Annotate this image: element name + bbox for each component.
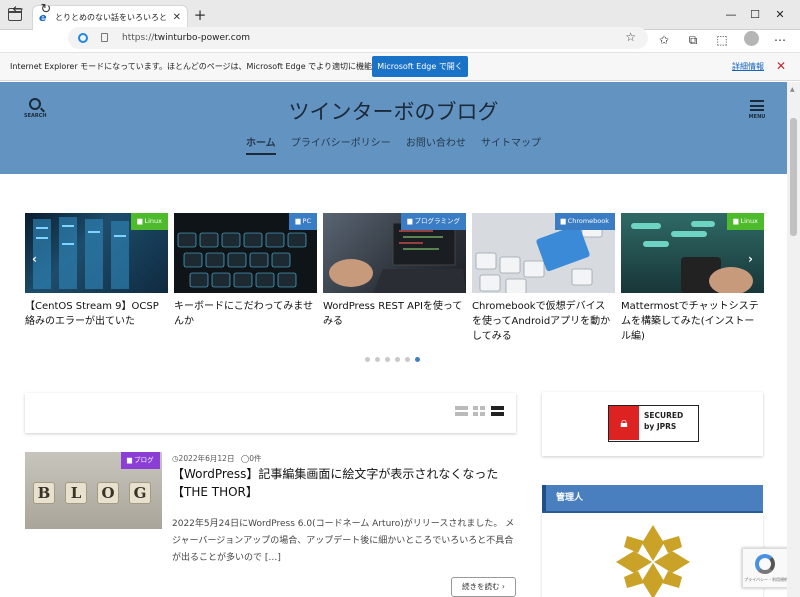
- card-thumbnail[interactable]: ▆ プログラミング: [323, 213, 466, 293]
- slider-dot[interactable]: [395, 357, 400, 362]
- nav-sitemap[interactable]: サイトマップ: [481, 134, 541, 153]
- post-excerpt: 2022年5月24日にWordPress 6.0(コードネーム Arturo)が…: [172, 519, 515, 563]
- card-thumbnail[interactable]: ▆ Chromebook: [472, 213, 615, 293]
- card-title[interactable]: Chromebookで仮想デバイスを使ってAndroidアプリを動かしてみる: [472, 299, 615, 344]
- address-bar[interactable]: https://twinturbo-power.com ☆: [68, 27, 648, 49]
- post-meta: ◷2022年6月12日 ◯0件: [172, 453, 262, 464]
- card-title[interactable]: キーボードにこだわってみませんか: [174, 299, 317, 329]
- slider-card[interactable]: ▆ Linux Mattermostでチャットシステムを構築してみた(インストー…: [621, 213, 764, 344]
- close-bar-icon[interactable]: ✕: [776, 53, 786, 80]
- slider-card[interactable]: ▆ Chromebook Chromebookで仮想デバイスを使ってAndroi…: [472, 213, 615, 344]
- scroll-up-icon[interactable]: ▲: [790, 86, 795, 93]
- slider-dot-active[interactable]: [415, 357, 420, 362]
- secured-widget: 🔒︎ SECURED by JPRS: [542, 392, 763, 456]
- card-title[interactable]: Mattermostでチャットシステムを構築してみた(インストール編): [621, 299, 764, 344]
- extensions-icon[interactable]: ⬚: [712, 31, 732, 49]
- url-text: https://twinturbo-power.com: [122, 33, 251, 43]
- category-badge[interactable]: ▆ PC: [289, 213, 317, 230]
- menu-button[interactable]: MENU: [748, 100, 766, 120]
- secured-text: SECURED by JPRS: [644, 411, 684, 431]
- recaptcha-text: プライバシー・利用規約: [744, 577, 787, 582]
- lock-icon[interactable]: [101, 33, 108, 42]
- view-switcher: [25, 393, 516, 433]
- slider-dots: [365, 347, 425, 366]
- nav-privacy[interactable]: プライバシーポリシー: [291, 134, 391, 153]
- profile-avatar[interactable]: [744, 31, 759, 46]
- collections-icon[interactable]: ⧉: [683, 31, 703, 49]
- grid-view-icon[interactable]: [473, 406, 486, 417]
- comment-count[interactable]: 0件: [249, 454, 261, 463]
- recaptcha-icon: [755, 554, 775, 574]
- slider-card[interactable]: ▆ プログラミング WordPress REST APIを使ってみる: [323, 213, 466, 329]
- title-bar: e とりとめのない話をいろいろと... | ツイ ✕ + — ☐ ✕: [0, 0, 800, 30]
- slider-dot[interactable]: [365, 357, 370, 362]
- admin-avatar: [616, 525, 690, 597]
- blog-block: B: [33, 482, 55, 504]
- blog-block: O: [97, 482, 119, 504]
- secured-badge[interactable]: 🔒︎ SECURED by JPRS: [608, 405, 699, 442]
- category-badge[interactable]: ▆ Linux: [727, 213, 764, 230]
- back-icon[interactable]: ←: [10, 1, 26, 19]
- category-badge[interactable]: ▆ Linux: [131, 213, 168, 230]
- hamburger-icon: [750, 100, 764, 111]
- global-nav: ホーム プライバシーポリシー お問い合わせ サイトマップ: [0, 134, 787, 155]
- open-in-edge-button[interactable]: Microsoft Edge で開く: [372, 56, 468, 77]
- comment-icon: ◯: [240, 454, 250, 463]
- more-options-icon[interactable]: ⋯: [770, 31, 790, 49]
- ie-mode-icon[interactable]: [78, 33, 88, 43]
- post-category-badge[interactable]: ▆ ブログ: [121, 452, 160, 469]
- scrollbar-thumb[interactable]: [790, 118, 797, 236]
- close-tab-icon[interactable]: ✕: [173, 6, 181, 29]
- nav-home[interactable]: ホーム: [245, 134, 276, 155]
- tab-title: とりとめのない話をいろいろと... | ツイ: [55, 13, 167, 22]
- slider-dot[interactable]: [385, 357, 390, 362]
- slider-dot[interactable]: [405, 357, 410, 362]
- close-window-button[interactable]: ✕: [757, 0, 800, 30]
- admin-widget: [542, 513, 763, 597]
- site-title[interactable]: ツインターボのブログ: [0, 96, 787, 126]
- slider-dot[interactable]: [375, 357, 380, 362]
- recaptcha-badge[interactable]: プライバシー・利用規約: [742, 548, 787, 588]
- blog-block: L: [65, 482, 87, 504]
- padlock-icon: 🔒︎: [609, 406, 639, 440]
- ie-mode-bar: Internet Explorer モードになっています。ほとんどのページは、M…: [0, 52, 800, 81]
- admin-heading: 管理人: [556, 493, 584, 503]
- card-title[interactable]: WordPress REST APIを使ってみる: [323, 299, 466, 329]
- card-thumbnail[interactable]: ▆ PC: [174, 213, 317, 293]
- category-badge[interactable]: ▆ Chromebook: [554, 213, 615, 230]
- ie-mode-message: Internet Explorer モードになっています。ほとんどのページは、M…: [10, 62, 404, 71]
- card-view-icon[interactable]: [491, 406, 504, 417]
- new-tab-button[interactable]: +: [192, 6, 208, 24]
- post-date: 2022年6月12日: [178, 454, 235, 463]
- card-thumbnail[interactable]: ▆ Linux: [621, 213, 764, 293]
- list-view-icon[interactable]: [455, 406, 468, 417]
- details-link[interactable]: 詳細情報: [732, 53, 764, 80]
- site-header: SEARCH ツインターボのブログ MENU ホーム プライバシーポリシー お問…: [0, 82, 787, 174]
- blog-block: G: [129, 482, 151, 504]
- slider-prev-icon[interactable]: ‹: [32, 252, 37, 266]
- read-more-button[interactable]: 続きを読む ›: [451, 577, 516, 597]
- favorites-icon[interactable]: ✩: [654, 31, 674, 49]
- post-title[interactable]: 【WordPress】記事編集画面に絵文字が表示されなくなった【THE THOR…: [172, 465, 502, 501]
- refresh-icon[interactable]: ↻: [38, 1, 54, 19]
- card-thumbnail[interactable]: ▆ Linux: [25, 213, 168, 293]
- category-badge[interactable]: ▆ プログラミング: [401, 213, 466, 230]
- post-slider: ▆ Linux 【CentOS Stream 9】OCSP絡みのエラーが出ていた…: [25, 213, 765, 343]
- page-viewport: SEARCH ツインターボのブログ MENU ホーム プライバシーポリシー お問…: [0, 82, 787, 597]
- admin-heading-bar: 管理人: [542, 485, 763, 513]
- favorite-star-icon[interactable]: ☆: [625, 30, 636, 44]
- nav-contact[interactable]: お問い合わせ: [406, 134, 466, 153]
- slider-next-icon[interactable]: ›: [748, 252, 753, 266]
- menu-label: MENU: [748, 114, 766, 120]
- slider-card[interactable]: ▆ PC キーボードにこだわってみませんか: [174, 213, 317, 329]
- card-title[interactable]: 【CentOS Stream 9】OCSP絡みのエラーが出ていた: [25, 299, 168, 329]
- page-scrollbar[interactable]: ▲: [787, 82, 800, 597]
- slider-card[interactable]: ▆ Linux 【CentOS Stream 9】OCSP絡みのエラーが出ていた: [25, 213, 168, 329]
